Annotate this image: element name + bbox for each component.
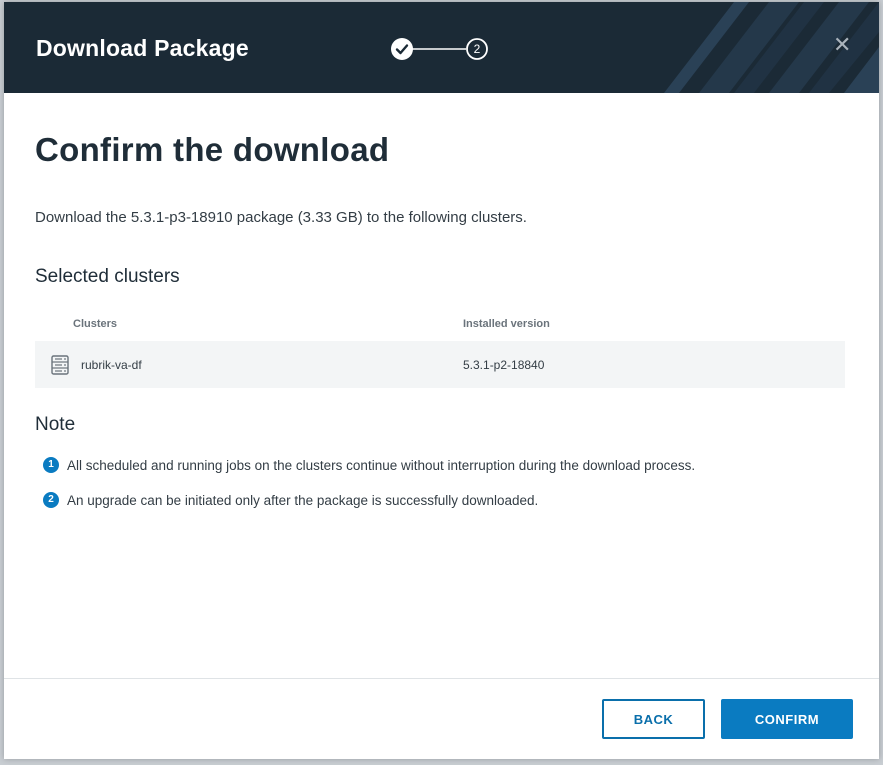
column-header-installed-version: Installed version — [463, 318, 550, 330]
download-package-dialog: Download Package 2 ✕ Confirm the downloa… — [4, 2, 879, 759]
note-number-badge: 1 — [43, 457, 59, 473]
cluster-installed-version: 5.3.1-p2-18840 — [463, 358, 545, 372]
column-header-clusters: Clusters — [73, 318, 118, 330]
note-text: All scheduled and running jobs on the cl… — [67, 457, 696, 473]
download-description: Download the 5.3.1-p3-18910 package (3.3… — [35, 209, 527, 226]
page-title: Confirm the download — [35, 131, 390, 168]
note-number-badge: 2 — [43, 492, 59, 508]
note-item: 2 An upgrade can be initiated only after… — [43, 491, 538, 509]
dialog-title: Download Package — [36, 35, 249, 61]
step-2-label: 2 — [474, 42, 481, 56]
table-row: rubrik-va-df 5.3.1-p2-18840 — [35, 341, 845, 388]
note-text: An upgrade can be initiated only after t… — [67, 492, 539, 508]
step-1-complete — [391, 38, 413, 60]
cluster-name: rubrik-va-df — [81, 358, 142, 372]
dialog-header: Download Package 2 ✕ — [4, 2, 879, 93]
step-2-current: 2 — [466, 38, 488, 60]
note-item: 1 All scheduled and running jobs on the … — [43, 456, 695, 474]
selected-clusters-heading: Selected clusters — [35, 266, 180, 287]
note-heading: Note — [35, 414, 76, 435]
confirm-button[interactable]: CONFIRM — [721, 699, 853, 739]
server-icon — [51, 355, 69, 375]
wizard-stepper: 2 — [391, 38, 488, 60]
back-button[interactable]: BACK — [602, 699, 705, 739]
footer-divider — [4, 678, 879, 679]
close-icon[interactable]: ✕ — [833, 34, 851, 56]
